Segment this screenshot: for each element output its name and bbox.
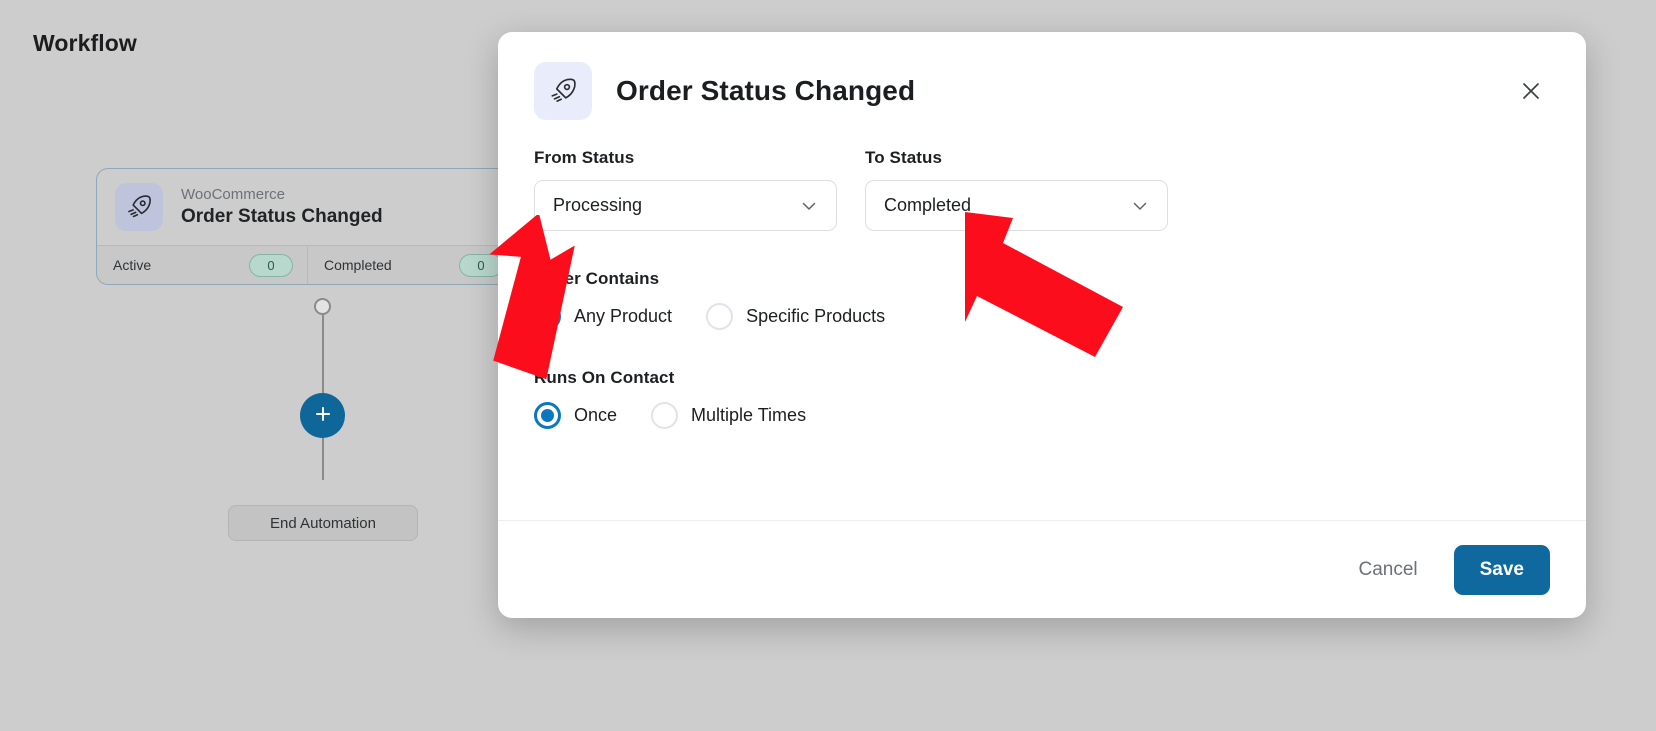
end-automation-node[interactable]: End Automation — [228, 505, 418, 541]
workflow-trigger-node[interactable]: WooCommerce Order Status Changed Active … — [96, 168, 518, 285]
trigger-node-app-name: WooCommerce — [181, 185, 285, 203]
rocket-icon — [534, 62, 592, 120]
status-fields-row: From Status Processing To Status Complet… — [534, 148, 1550, 231]
connector-handle[interactable] — [314, 298, 331, 315]
stat-completed-count: 0 — [459, 253, 503, 277]
radio-once-label: Once — [574, 405, 618, 425]
runs-on-contact-options: Once Multiple Times — [534, 402, 1550, 429]
modal-header: Order Status Changed — [498, 32, 1586, 120]
trigger-node-stats: Active 0 Completed 0 — [97, 245, 517, 284]
radio-specific-products-indicator — [706, 303, 734, 330]
trigger-node-texts: WooCommerce Order Status Changed — [181, 185, 383, 227]
from-status-value: Processing — [553, 195, 643, 215]
stat-active-label: Active — [113, 257, 152, 273]
stat-active-count: 0 — [249, 253, 293, 277]
to-status-select[interactable]: Completed — [865, 180, 1168, 231]
page-title: Workflow — [33, 30, 137, 56]
order-contains-options: Any Product Specific Products — [534, 303, 1550, 330]
order-status-changed-modal: Order Status Changed From Status Process… — [498, 32, 1586, 618]
radio-once[interactable]: Once — [534, 402, 617, 429]
from-status-select[interactable]: Processing — [534, 180, 837, 231]
chevron-down-icon — [1130, 196, 1150, 216]
order-contains-label: Order Contains — [534, 269, 660, 288]
stat-active[interactable]: Active 0 — [97, 246, 307, 284]
radio-multiple-times-indicator — [651, 402, 679, 429]
radio-multiple-times-label: Multiple Times — [691, 405, 807, 425]
radio-multiple-times[interactable]: Multiple Times — [651, 402, 806, 429]
plus-icon — [313, 404, 333, 427]
close-icon[interactable] — [1512, 72, 1550, 110]
stat-completed[interactable]: Completed 0 — [307, 246, 517, 284]
radio-specific-products-label: Specific Products — [746, 306, 886, 326]
modal-title: Order Status Changed — [616, 75, 916, 106]
radio-any-product-label: Any Product — [574, 306, 673, 326]
runs-on-contact-label: Runs On Contact — [534, 368, 675, 387]
trigger-node-header: WooCommerce Order Status Changed — [97, 169, 517, 245]
cancel-button[interactable]: Cancel — [1350, 549, 1425, 591]
radio-any-product-indicator — [534, 303, 561, 330]
to-status-value: Completed — [884, 195, 972, 215]
modal-footer: Cancel Save — [498, 520, 1586, 618]
trigger-node-title: Order Status Changed — [181, 205, 383, 227]
rocket-icon — [115, 183, 163, 231]
chevron-down-icon — [799, 196, 819, 216]
runs-on-contact-section: Runs On Contact Once Multiple Times — [534, 368, 1550, 429]
add-step-button[interactable] — [300, 393, 345, 438]
from-status-label: From Status — [534, 148, 635, 167]
to-status-label: To Status — [865, 148, 943, 167]
from-status-field: From Status Processing — [534, 148, 837, 231]
order-contains-section: Order Contains Any Product Specific Prod… — [534, 269, 1550, 330]
radio-specific-products[interactable]: Specific Products — [706, 303, 885, 330]
radio-once-indicator — [534, 402, 561, 429]
save-button[interactable]: Save — [1453, 544, 1550, 595]
to-status-field: To Status Completed — [865, 148, 1168, 231]
stat-completed-label: Completed — [324, 257, 392, 273]
end-automation-label: End Automation — [270, 514, 376, 532]
radio-any-product[interactable]: Any Product — [534, 303, 672, 330]
modal-body: From Status Processing To Status Complet… — [498, 120, 1586, 520]
